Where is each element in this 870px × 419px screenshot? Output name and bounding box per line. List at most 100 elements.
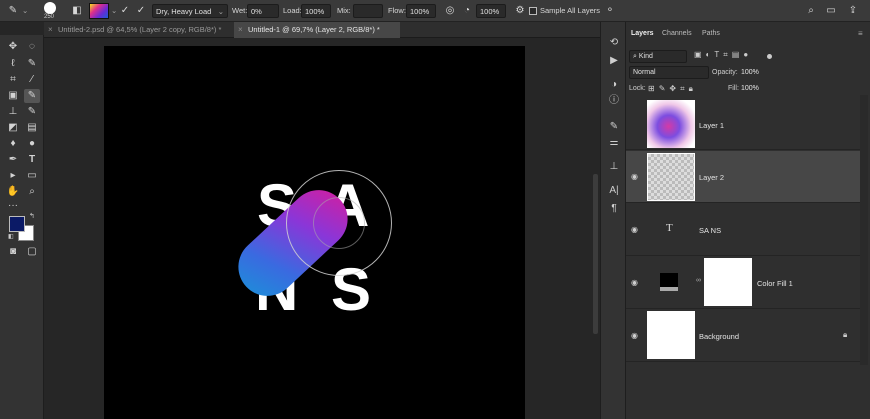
flow-field[interactable]: 100% <box>406 4 436 18</box>
layers-scrollbar[interactable] <box>860 95 868 365</box>
tab-label: Untitled-2.psd @ 64,5% (Layer 2 copy, RG… <box>58 25 222 34</box>
brush-settings-icon[interactable]: ◧ <box>70 4 84 18</box>
color-panel-icon[interactable]: ◑ <box>606 78 622 92</box>
eye-icon[interactable]: ◉ <box>631 225 638 234</box>
path-selection-tool-icon[interactable]: ▸ <box>5 169 21 183</box>
layer-thumbnail <box>647 311 695 359</box>
frame-tool-icon[interactable]: ▣ <box>5 89 21 103</box>
tab-untitled-1[interactable]: × Untitled-1 @ 69,7% (Layer 2, RGB/8*) * <box>234 22 400 38</box>
close-icon[interactable]: × <box>48 22 53 38</box>
layer-name: Background <box>699 332 740 341</box>
eye-icon[interactable]: ◉ <box>631 331 638 340</box>
screen-mode-icon[interactable]: ▢ <box>24 245 40 259</box>
layer-name: Layer 2 <box>699 173 725 182</box>
layer-row-background[interactable]: ◉ Background 🔒︎ <box>626 310 860 362</box>
panel-dock: ⟲ ▶ ◑ ⓘ ✎ ⚌ ⊥ A| ¶ <box>600 22 626 419</box>
mix-label: Mix: <box>337 6 351 15</box>
pressure-size-icon[interactable]: ⚬ <box>603 4 617 18</box>
filter-toggle[interactable] <box>767 54 772 59</box>
swap-colors-icon[interactable]: ↰ <box>29 212 35 220</box>
airbrush-icon[interactable]: ◎ <box>443 4 457 18</box>
search-icon[interactable]: ⌕ <box>804 4 818 18</box>
toolbox: ✥ ◌ ℓ ✎ ⌗ ⁄ ▣ ✎ ⊥ ✎ ◩ ▤ ♦ ● ✒ T ▸ ▭ ✋ ⌕ … <box>0 35 44 419</box>
quick-selection-tool-icon[interactable]: ✎ <box>24 57 40 71</box>
brush-cursor-inner <box>313 197 365 249</box>
load-brush-icon[interactable]: ✓ <box>118 4 132 18</box>
info-panel-icon[interactable]: ⓘ <box>606 94 622 108</box>
blend-mode-select[interactable]: Normal <box>629 66 709 79</box>
layer-row-layer-1[interactable]: Layer 1 <box>626 98 860 150</box>
blur-tool-icon[interactable]: ♦ <box>5 137 21 151</box>
stamp-tool-icon[interactable]: ⊥ <box>5 105 21 119</box>
layer-thumbnail <box>647 100 695 148</box>
default-colors-icon[interactable]: ◧ <box>8 233 14 240</box>
opacity-field[interactable]: 100% <box>741 69 759 76</box>
layer-thumbnail <box>647 153 695 201</box>
brushes-panel-icon[interactable]: ✎ <box>606 120 622 134</box>
type-tool-icon[interactable]: T <box>24 153 40 167</box>
load-field[interactable]: 100% <box>301 4 331 18</box>
move-tool-icon[interactable]: ✥ <box>5 40 21 54</box>
fill-field[interactable]: 100% <box>741 85 759 92</box>
fill-label: Fill: <box>728 85 739 92</box>
lasso-tool-icon[interactable]: ℓ <box>5 57 21 71</box>
share-icon[interactable]: ⇪ <box>846 4 860 18</box>
character-panel-icon[interactable]: A| <box>606 184 622 198</box>
canvas-scrollbar[interactable] <box>593 174 598 334</box>
tab-layers[interactable]: Layers <box>631 30 654 37</box>
layer-row-sa-ns[interactable]: ◉ T SA NS <box>626 204 860 256</box>
gradient-tool-icon[interactable]: ▤ <box>24 121 40 135</box>
quick-mask-icon[interactable]: ◙ <box>5 245 21 259</box>
brush-preview[interactable] <box>44 2 56 14</box>
load-dropdown-icon[interactable]: ⌄ <box>111 4 117 18</box>
search-icon: ⌕ <box>633 53 637 60</box>
marquee-tool-icon[interactable]: ◌ <box>24 40 40 54</box>
adjustments-panel-icon[interactable]: ⚌ <box>606 136 622 150</box>
dodge-tool-icon[interactable]: ● <box>24 137 40 151</box>
panel-menu-icon[interactable]: ≡ <box>858 29 863 38</box>
mix-preset-value: Dry, Heavy Load <box>156 7 212 16</box>
crop-tool-icon[interactable]: ⌗ <box>5 73 21 87</box>
tab-untitled-2[interactable]: × Untitled-2.psd @ 64,5% (Layer 2 copy, … <box>44 22 234 38</box>
smoothing-field[interactable]: 100% <box>476 4 506 18</box>
smoothing-icon[interactable]: ◔ <box>460 4 474 18</box>
tab-paths[interactable]: Paths <box>702 30 720 37</box>
history-brush-tool-icon[interactable]: ✎ <box>24 105 40 119</box>
tool-preset-dropdown-icon[interactable]: ⌄ <box>22 4 28 18</box>
tab-channels[interactable]: Channels <box>662 30 692 37</box>
eye-icon[interactable]: ◉ <box>631 172 638 181</box>
foreground-color-swatch[interactable] <box>9 216 25 232</box>
layer-row-color-fill-1[interactable]: ◉ ∞ Color Fill 1 <box>626 257 860 309</box>
chevron-down-icon: ⌄ <box>217 7 224 16</box>
mixer-brush-tool-icon[interactable]: ✎ <box>24 89 40 103</box>
wet-field[interactable]: 0% <box>247 4 279 18</box>
eyedropper-tool-icon[interactable]: ⁄ <box>24 73 40 87</box>
mix-preset-select[interactable]: Dry, Heavy Load ⌄ <box>152 4 228 18</box>
mix-field[interactable] <box>353 4 383 18</box>
actions-panel-icon[interactable]: ▶ <box>606 54 622 68</box>
history-panel-icon[interactable]: ⟲ <box>606 36 622 50</box>
layer-name: SA NS <box>699 226 722 235</box>
filter-icons[interactable]: ▣◐T⌗▤● <box>694 50 752 60</box>
layer-row-layer-2[interactable]: ◉ Layer 2 <box>626 151 860 203</box>
current-load-swatch[interactable] <box>89 3 109 19</box>
hand-tool-icon[interactable]: ✋ <box>5 185 21 199</box>
more-tools-icon[interactable]: ··· <box>5 199 21 213</box>
brush-tool-icon[interactable]: ✎ <box>6 4 20 18</box>
lock-icons[interactable]: ⊞✎✥⌗🔒︎ <box>648 84 697 94</box>
workspace-icon[interactable]: ▭ <box>824 4 838 18</box>
close-icon[interactable]: × <box>238 22 243 38</box>
gear-icon[interactable]: ⚙ <box>513 4 527 18</box>
load-label: Load: <box>283 6 302 15</box>
rectangle-tool-icon[interactable]: ▭ <box>24 169 40 183</box>
pen-tool-icon[interactable]: ✒ <box>5 153 21 167</box>
zoom-tool-icon[interactable]: ⌕ <box>24 185 40 199</box>
eraser-tool-icon[interactable]: ◩ <box>5 121 21 135</box>
eye-icon[interactable]: ◉ <box>631 278 638 287</box>
sample-all-layers-checkbox[interactable] <box>529 7 537 15</box>
clone-source-panel-icon[interactable]: ⊥ <box>606 160 622 174</box>
link-icon[interactable]: ∞ <box>696 277 701 284</box>
paragraph-panel-icon[interactable]: ¶ <box>606 202 622 216</box>
clean-brush-icon[interactable]: ✓ <box>134 4 148 18</box>
filter-kind-select[interactable]: ⌕ Kind <box>629 50 687 63</box>
